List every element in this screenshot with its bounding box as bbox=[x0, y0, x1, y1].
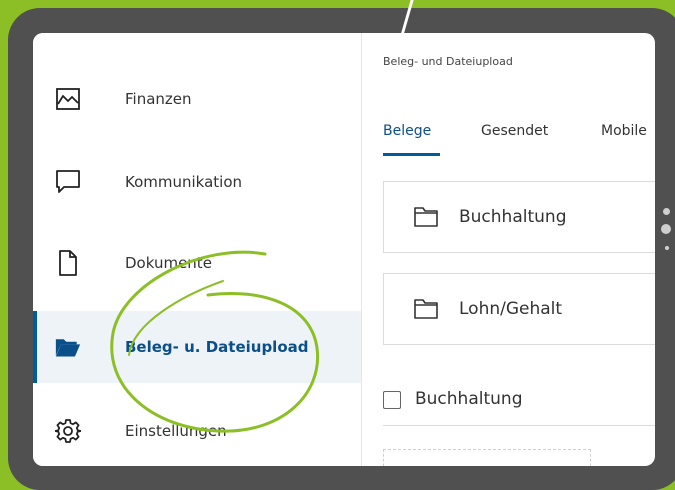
checkbox-row-buchhaltung: Buchhaltung bbox=[383, 389, 655, 426]
sidebar-item-einstellungen[interactable]: Einstellungen bbox=[33, 395, 361, 466]
chart-line-icon bbox=[55, 86, 81, 112]
sidebar-item-kommunikation[interactable]: Kommunikation bbox=[33, 146, 361, 218]
checkbox-buchhaltung[interactable] bbox=[383, 391, 401, 409]
sidebar-item-label: Beleg- u. Dateiupload bbox=[125, 338, 309, 356]
gear-icon bbox=[55, 418, 81, 444]
sidebar-item-beleg-upload[interactable]: Beleg- u. Dateiupload bbox=[33, 311, 361, 383]
sidebar-item-label: Einstellungen bbox=[125, 422, 227, 440]
sidebar: Finanzen Kommunikation Dokumente Beleg- … bbox=[33, 33, 362, 466]
sensor-dot bbox=[665, 246, 669, 250]
folder-card-lohn-gehalt[interactable]: Lohn/Gehalt bbox=[383, 273, 655, 345]
folder-open-icon bbox=[55, 334, 81, 360]
chat-bubble-icon bbox=[55, 169, 81, 195]
camera-lens bbox=[661, 224, 671, 234]
folder-icon bbox=[414, 299, 438, 319]
page-title: Beleg- und Dateiupload bbox=[383, 55, 513, 68]
document-icon bbox=[55, 250, 81, 276]
tab-belege[interactable]: Belege bbox=[383, 123, 431, 139]
sidebar-item-dokumente[interactable]: Dokumente bbox=[33, 227, 361, 299]
folder-label: Lohn/Gehalt bbox=[459, 299, 563, 319]
app-screen: Finanzen Kommunikation Dokumente Beleg- … bbox=[33, 33, 655, 466]
active-tab-indicator bbox=[383, 153, 440, 156]
folder-icon bbox=[414, 207, 438, 227]
folder-card-buchhaltung[interactable]: Buchhaltung bbox=[383, 181, 655, 253]
sidebar-item-label: Kommunikation bbox=[125, 173, 243, 191]
sidebar-item-finanzen[interactable]: Finanzen bbox=[33, 63, 361, 135]
main-panel: Beleg- und Dateiupload Belege Gesendet M… bbox=[362, 33, 655, 466]
tab-gesendet[interactable]: Gesendet bbox=[481, 123, 548, 139]
folder-label: Buchhaltung bbox=[459, 207, 567, 227]
sidebar-item-label: Dokumente bbox=[125, 254, 212, 272]
sidebar-item-label: Finanzen bbox=[125, 90, 192, 108]
camera-dot bbox=[663, 208, 670, 215]
checkbox-label: Buchhaltung bbox=[415, 389, 523, 409]
upload-dropzone[interactable] bbox=[383, 449, 591, 466]
tab-mobile[interactable]: Mobile bbox=[601, 123, 647, 139]
